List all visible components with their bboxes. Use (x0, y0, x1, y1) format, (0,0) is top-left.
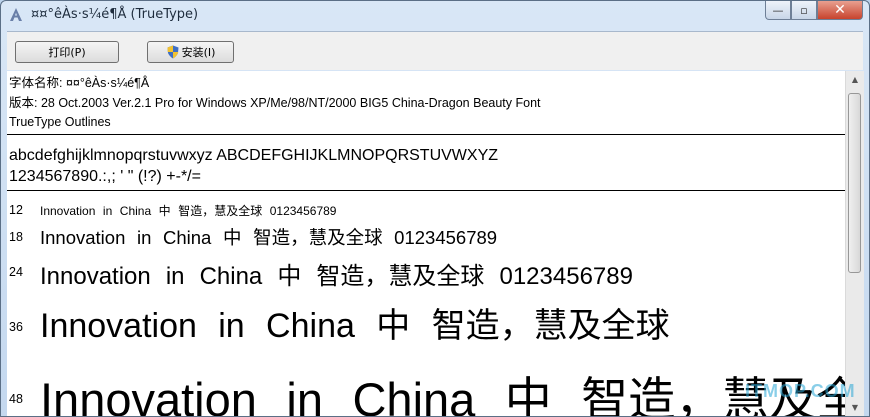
sample-size-label: 18 (9, 230, 23, 244)
maximize-button[interactable]: ▫ (791, 1, 817, 20)
font-file-icon (10, 8, 22, 21)
sample-size-label: 36 (9, 320, 23, 334)
window-title: ¤¤°êÀs·s¼é¶Å (TrueType) (31, 7, 199, 22)
install-button[interactable]: 安装(I) (147, 41, 234, 63)
sample-text: Innovation in China 中 智造，慧及全球 0123456789 (40, 204, 337, 218)
install-button-label: 安装(I) (181, 46, 216, 59)
sample-text: Innovation in China 中 智造，慧及全球 0123456789 (40, 263, 633, 290)
divider (7, 134, 845, 135)
scrollbar-thumb[interactable] (848, 93, 861, 273)
title-bar[interactable]: ¤¤°êÀs·s¼é¶Å (TrueType) — ▫ ✕ (1, 1, 869, 31)
sample-text: Innovation in China 中 智造，慧及全球 (40, 373, 845, 416)
print-button[interactable]: 打印(P) (15, 41, 119, 63)
charset-letters: abcdefghijklmnopqrstuvwxyz ABCDEFGHIJKLM… (9, 147, 499, 164)
font-name-line: 字体名称: ¤¤°êÀs·s¼é¶Å (9, 76, 150, 90)
vertical-scrollbar[interactable]: ▲ ▼ (845, 71, 864, 416)
caption-buttons: — ▫ ✕ (765, 1, 863, 21)
charset-digits: 1234567890.:,; ' " (!?) +-*/= (9, 168, 201, 185)
font-viewer-window: ¤¤°êÀs·s¼é¶Å (TrueType) — ▫ ✕ 打印(P) 安装(I… (0, 0, 870, 417)
character-set: abcdefghijklmnopqrstuvwxyz ABCDEFGHIJKLM… (9, 145, 498, 187)
sample-text: Innovation in China 中 智造，慧及全球 (40, 307, 670, 345)
watermark: ITMOP.COM (745, 381, 856, 401)
font-outline-line: TrueType Outlines (9, 115, 111, 129)
toolbar: 打印(P) 安装(I) (7, 31, 863, 70)
uac-shield-icon (167, 45, 179, 59)
scroll-up-icon[interactable]: ▲ (846, 71, 864, 88)
font-preview-area[interactable]: 字体名称: ¤¤°êÀs·s¼é¶Å 版本: 28 Oct.2003 Ver.2… (7, 71, 845, 416)
minimize-button[interactable]: — (765, 1, 791, 20)
divider (7, 190, 845, 191)
minimize-icon: — (772, 3, 784, 17)
sample-size-label: 24 (9, 265, 23, 279)
font-version-line: 版本: 28 Oct.2003 Ver.2.1 Pro for Windows … (9, 95, 541, 110)
close-button[interactable]: ✕ (817, 1, 863, 20)
close-icon: ✕ (834, 2, 846, 18)
print-button-label: 打印(P) (48, 46, 86, 59)
sample-size-label: 12 (9, 203, 23, 217)
sample-text: Innovation in China 中 智造，慧及全球 0123456789 (40, 227, 498, 248)
sample-size-label: 48 (9, 392, 23, 406)
maximize-icon: ▫ (800, 3, 808, 17)
font-info: 字体名称: ¤¤°êÀs·s¼é¶Å 版本: 28 Oct.2003 Ver.2… (9, 74, 541, 133)
